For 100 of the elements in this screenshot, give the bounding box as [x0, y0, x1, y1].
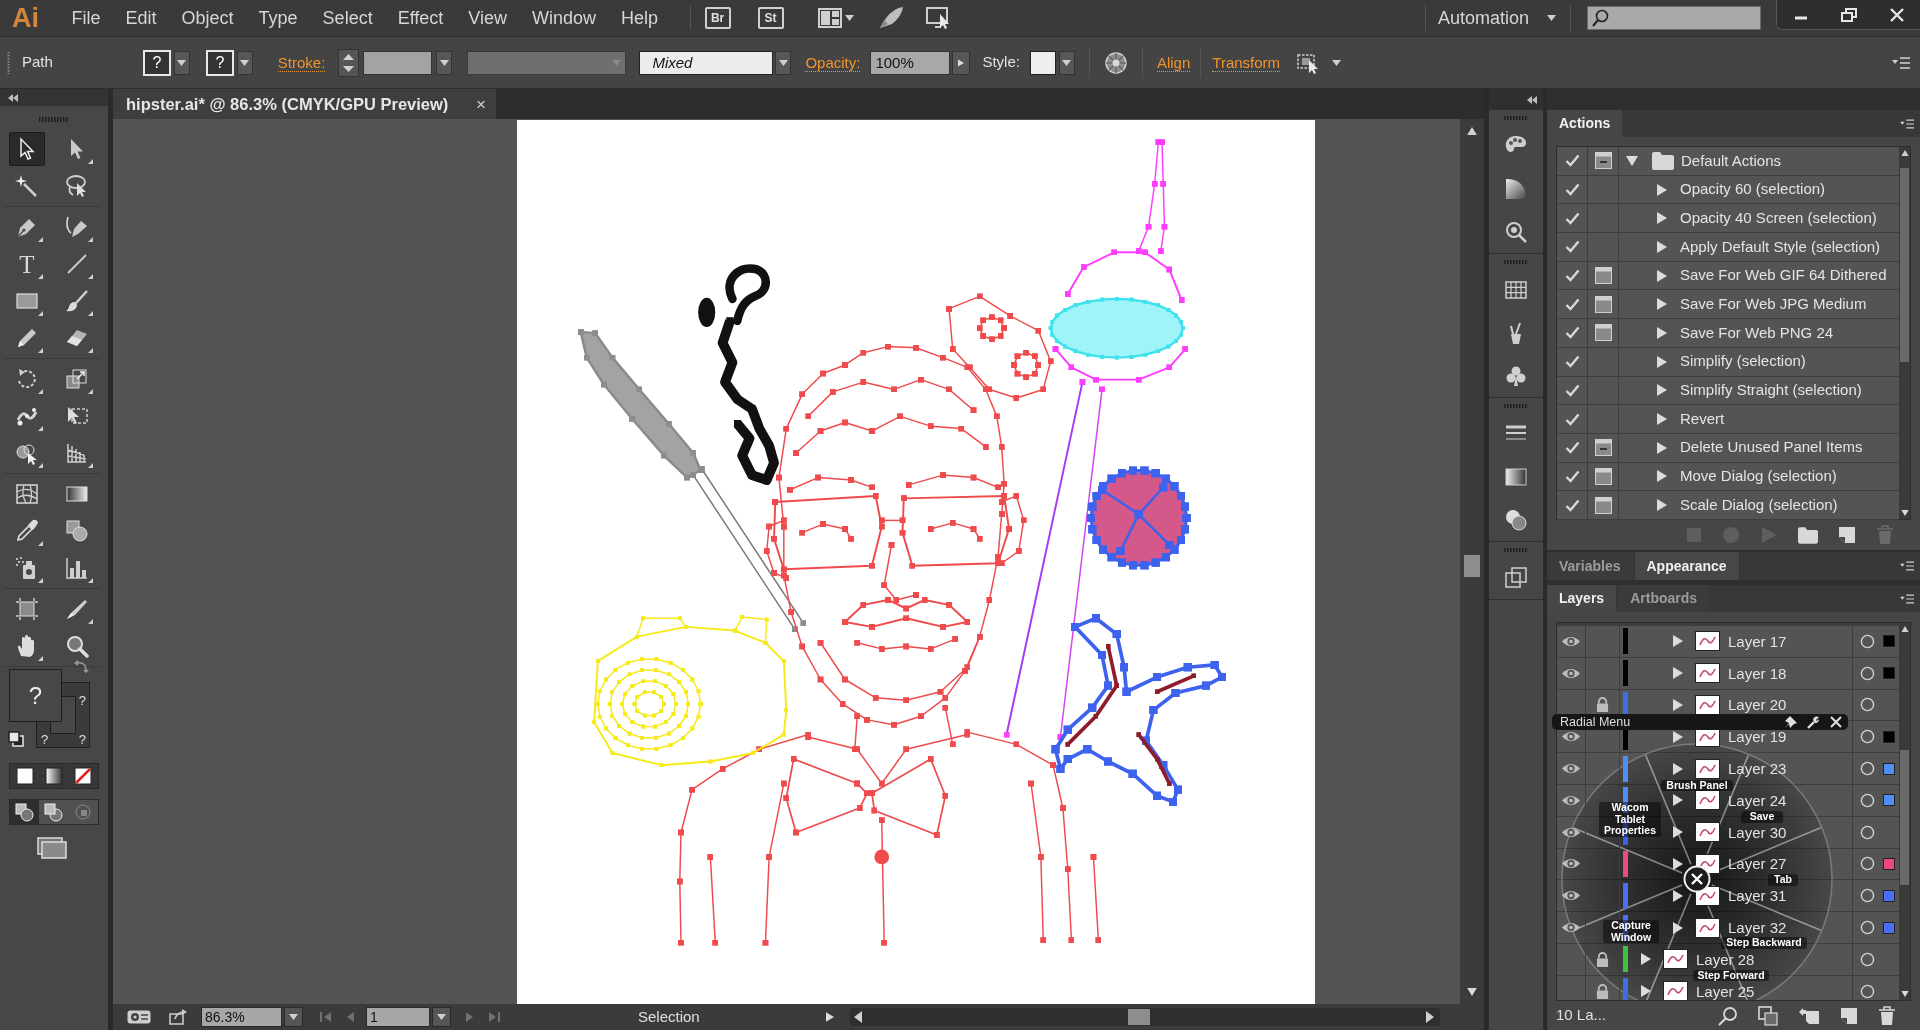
new-item-icon[interactable] [1840, 1006, 1858, 1025]
selected-art-indicator[interactable] [1883, 730, 1895, 743]
triangle-right-icon[interactable] [1657, 355, 1667, 368]
check-icon[interactable] [1564, 183, 1580, 197]
dialog-window-icon[interactable] [1594, 439, 1612, 457]
dropdown-button[interactable] [284, 1007, 303, 1027]
check-icon[interactable] [1564, 469, 1580, 483]
close-icon[interactable] [1683, 865, 1711, 893]
check-icon[interactable] [1564, 154, 1580, 168]
overlapping-squares-icon[interactable] [1758, 1005, 1778, 1026]
menu-item[interactable]: View [455, 0, 520, 36]
panel-menu-icon[interactable] [1892, 56, 1910, 69]
menu-item[interactable]: File [59, 0, 113, 36]
target-circle-icon[interactable] [1860, 729, 1875, 745]
selected-art-indicator[interactable] [1883, 762, 1895, 775]
leaf-icon[interactable] [877, 6, 904, 30]
check-icon[interactable] [1564, 211, 1580, 225]
layout-grid-icon[interactable] [817, 8, 842, 28]
triangle-right-icon[interactable] [1657, 240, 1667, 253]
action-row[interactable]: Simplify Straight (selection) [1557, 376, 1899, 406]
dropdown-button[interactable] [436, 50, 453, 75]
left-arrow-icon[interactable] [853, 1011, 862, 1023]
menu-item[interactable]: Window [519, 0, 609, 36]
action-row[interactable]: Apply Default Style (selection) [1557, 233, 1899, 262]
action-row[interactable]: Opacity 60 (selection) [1557, 175, 1899, 205]
radial-menu-item[interactable]: Save [1741, 811, 1783, 823]
scrollbar-thumb[interactable] [1900, 168, 1909, 362]
dropdown-button[interactable] [432, 1007, 451, 1027]
triangle-right-icon[interactable] [1673, 889, 1683, 902]
grip-handle-icon[interactable] [1504, 404, 1528, 408]
zoom-field[interactable]: 86.3% [201, 1007, 282, 1027]
fill-swatch[interactable]: ? [142, 49, 171, 76]
triangle-right-icon[interactable] [1657, 326, 1667, 339]
triangle-right-icon[interactable] [1641, 953, 1651, 966]
action-row[interactable]: Opacity 40 Screen (selection) [1557, 204, 1899, 234]
dialog-window-icon[interactable] [1594, 267, 1612, 285]
selected-art-indicator[interactable] [1883, 794, 1895, 807]
down-arrow-icon[interactable] [1900, 991, 1909, 997]
gradient-square-icon[interactable] [45, 767, 63, 785]
document-tab[interactable]: hipster.ai* @ 86.3% (CMYK/GPU Preview) × [113, 89, 496, 119]
action-row[interactable]: Revert [1557, 405, 1899, 434]
selected-art-indicator[interactable] [1883, 635, 1895, 648]
panel-tab[interactable]: Actions [1547, 110, 1623, 137]
workspace-switcher[interactable]: Automation [1437, 4, 1556, 32]
selected-art-indicator[interactable] [1883, 667, 1895, 680]
dialog-window-icon[interactable] [1594, 496, 1612, 514]
caret-icon[interactable] [437, 1014, 446, 1020]
triangle-down-icon[interactable] [1626, 155, 1638, 166]
grip-handle-icon[interactable] [1504, 260, 1528, 264]
action-row[interactable]: Save For Web JPG Medium [1557, 290, 1899, 320]
color-wheel-icon[interactable] [1103, 50, 1128, 75]
triangle-right-icon[interactable] [1657, 441, 1667, 454]
up-arrow-icon[interactable] [1900, 626, 1909, 632]
none-swatch-icon[interactable] [74, 767, 93, 785]
brush-field[interactable]: Mixed [639, 50, 774, 75]
spin-arrows-icon[interactable] [338, 48, 360, 77]
dropdown-button[interactable] [236, 50, 253, 75]
panel-menu-icon[interactable] [1900, 118, 1914, 129]
layer-row[interactable]: Layer 18 [1557, 657, 1899, 690]
check-icon[interactable] [1564, 498, 1580, 512]
close-icon[interactable] [1830, 715, 1842, 728]
trash-icon[interactable] [1878, 1005, 1896, 1026]
opacity-field[interactable]: 100% [870, 50, 951, 75]
dialog-window-icon[interactable] [1594, 467, 1612, 485]
panel-menu-icon[interactable] [1900, 593, 1914, 604]
panel-tab[interactable]: Layers [1547, 585, 1617, 612]
action-row[interactable]: Simplify (selection) [1557, 347, 1899, 377]
toggle-switch-icon[interactable] [127, 1010, 151, 1024]
stroke-swatch[interactable]: ? [205, 49, 234, 76]
dropdown-button[interactable] [1058, 50, 1075, 75]
triangle-right-icon[interactable] [1673, 667, 1683, 680]
app-link-button[interactable]: Br [704, 7, 731, 29]
scrollbar-thumb[interactable] [1900, 750, 1909, 885]
fill-box[interactable]: ? [9, 669, 62, 722]
artboard-field[interactable]: 1 [366, 1007, 430, 1027]
new-item-icon[interactable] [1838, 526, 1856, 544]
status-tool-label[interactable]: Selection [638, 1005, 700, 1029]
radial-menu-item[interactable]: Tab [1768, 874, 1798, 886]
double-chevron-icon[interactable] [8, 93, 18, 102]
menu-item[interactable]: Object [169, 0, 247, 36]
triangle-right-icon[interactable] [1657, 499, 1667, 512]
action-row[interactable]: Save For Web GIF 64 Dithered [1557, 261, 1899, 291]
dialog-window-icon[interactable] [1594, 324, 1612, 342]
search-icon[interactable] [1718, 1005, 1738, 1026]
selected-art-indicator[interactable] [1883, 889, 1895, 902]
overlapping-squares-icon[interactable] [8, 731, 24, 747]
style-swatch[interactable] [1029, 50, 1056, 75]
slider-toggle-button[interactable] [952, 50, 971, 75]
menu-item[interactable]: Type [246, 0, 311, 36]
stroke-weight-field[interactable] [363, 50, 433, 75]
grip-handle-icon[interactable] [7, 51, 10, 74]
export-icon[interactable] [169, 1009, 187, 1025]
caret-icon[interactable] [240, 59, 250, 66]
arrow-page-icon[interactable] [1798, 1006, 1820, 1025]
action-row[interactable]: Save For Web PNG 24 [1557, 319, 1899, 348]
opacity-panel-link[interactable]: Opacity: [805, 53, 861, 72]
target-circle-icon[interactable] [1860, 665, 1875, 681]
caret-icon[interactable] [1062, 59, 1072, 66]
check-icon[interactable] [1564, 240, 1580, 254]
triangle-right-icon[interactable] [1673, 921, 1683, 934]
